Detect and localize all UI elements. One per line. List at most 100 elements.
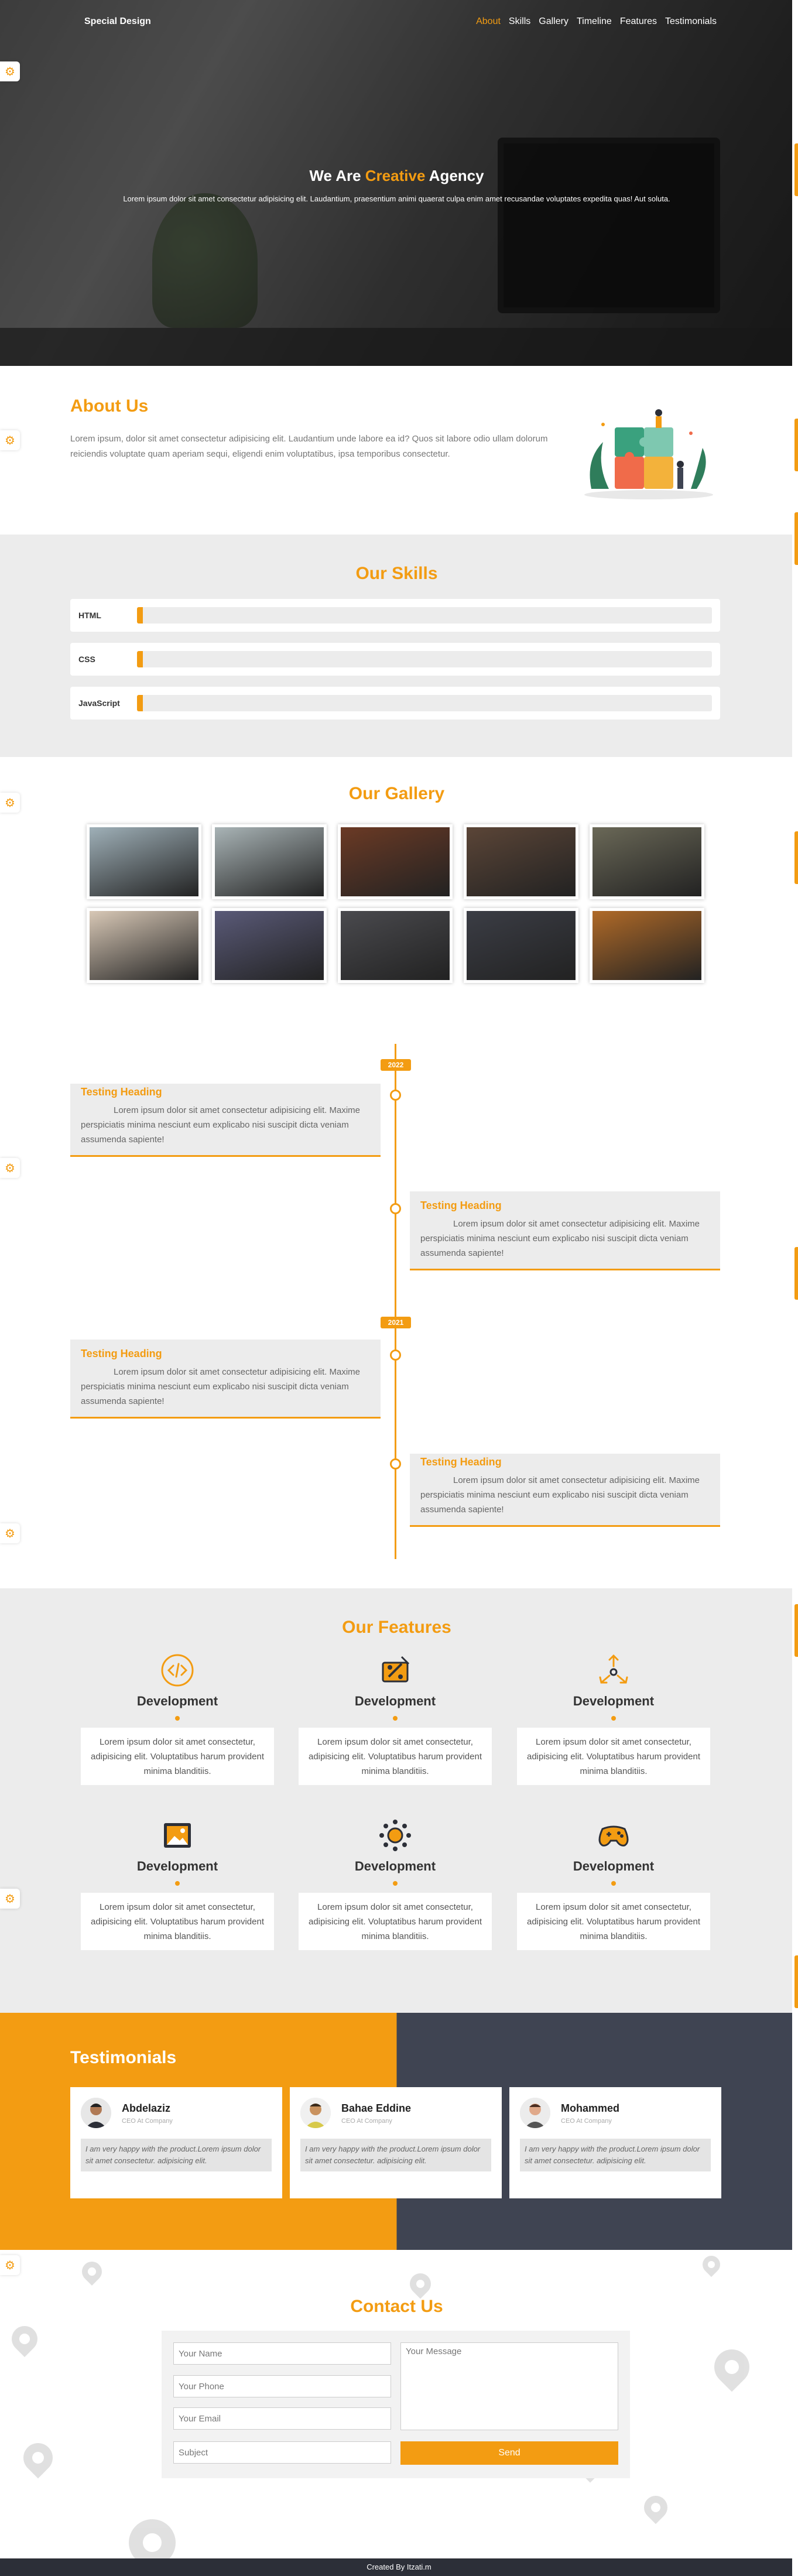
map-pin-icon <box>707 2342 757 2392</box>
settings-gear-icon[interactable]: ⚙ <box>0 430 20 450</box>
skill-name: JavaScript <box>78 698 120 708</box>
nav-link-testimonials[interactable]: Testimonials <box>665 16 717 27</box>
testimonial-quote: I am very happy with the product.Lorem i… <box>520 2139 711 2171</box>
image-icon <box>160 1818 195 1853</box>
gallery-image[interactable] <box>590 824 704 899</box>
nav-bullet[interactable] <box>794 1604 798 1657</box>
timeline-year: 2021 <box>381 1317 411 1328</box>
gallery-image[interactable] <box>464 824 578 899</box>
feature-text: Lorem ipsum dolor sit amet consectetur, … <box>81 1728 274 1785</box>
contact-title: Contact Us <box>350 2297 443 2316</box>
feature-card: Development Lorem ipsum dolor sit amet c… <box>81 1653 274 1785</box>
feature-dot <box>393 1716 398 1721</box>
nav-link-gallery[interactable]: Gallery <box>539 16 568 27</box>
timeline-year: 2022 <box>381 1059 411 1071</box>
timeline-dot <box>390 1458 401 1469</box>
testimonial-quote: I am very happy with the product.Lorem i… <box>300 2139 491 2171</box>
nav-bullet[interactable] <box>794 1247 798 1300</box>
nav-link-skills[interactable]: Skills <box>509 16 530 27</box>
code-icon <box>160 1653 195 1688</box>
feature-card: Development Lorem ipsum dolor sit amet c… <box>517 1818 710 1950</box>
testimonials-title: Testimonials <box>70 2048 177 2067</box>
timeline-heading: Testing Heading <box>81 1086 162 1098</box>
timeline-dot <box>390 1090 401 1101</box>
testimonial-role: CEO At Company <box>122 2118 173 2125</box>
feature-text: Lorem ipsum dolor sit amet consectetur, … <box>299 1893 492 1950</box>
gallery-image[interactable] <box>87 824 201 899</box>
settings-gear-icon[interactable]: ⚙ <box>0 61 20 81</box>
testimonial-name: Bahae Eddine <box>341 2102 412 2114</box>
message-field[interactable] <box>400 2342 618 2430</box>
feature-dot <box>611 1716 616 1721</box>
nav-link-timeline[interactable]: Timeline <box>577 16 612 27</box>
nav-link-features[interactable]: Features <box>620 16 657 27</box>
feature-dot <box>175 1881 180 1886</box>
gallery-image[interactable] <box>87 908 201 983</box>
map-pin-icon <box>77 2257 107 2286</box>
nav-bullet[interactable] <box>794 831 798 884</box>
timeline-line <box>395 1044 396 1559</box>
gallery-image[interactable] <box>338 824 453 899</box>
settings-icon <box>378 1818 413 1853</box>
skill-row: HTML <box>70 599 720 632</box>
settings-gear-icon[interactable]: ⚙ <box>0 793 20 813</box>
skill-progress-fill <box>137 695 143 711</box>
subject-field[interactable] <box>173 2441 391 2464</box>
timeline-text: Lorem ipsum dolor sit amet consectetur a… <box>420 1219 700 1258</box>
man-laptop-photo <box>90 911 198 980</box>
skill-name: HTML <box>78 611 101 620</box>
feature-dot <box>393 1881 398 1886</box>
settings-gear-icon[interactable]: ⚙ <box>0 1889 20 1909</box>
avatar <box>81 2098 111 2128</box>
skill-progress-track <box>137 607 712 624</box>
gallery-image[interactable] <box>212 824 327 899</box>
testimonial-quote: I am very happy with the product.Lorem i… <box>81 2139 272 2171</box>
name-field[interactable] <box>173 2342 391 2365</box>
skill-progress-fill <box>137 607 143 624</box>
settings-gear-icon[interactable]: ⚙ <box>0 1523 20 1543</box>
site-logo[interactable]: Special Design <box>84 16 151 27</box>
skill-progress-track <box>137 695 712 711</box>
nav-bullet[interactable] <box>794 419 798 471</box>
skills-section: Our Skills HTML CSS JavaScript <box>0 535 793 757</box>
gallery-section: Our Gallery <box>0 757 793 1009</box>
email-field[interactable] <box>173 2407 391 2430</box>
gallery-image[interactable] <box>338 908 453 983</box>
feature-card: Development Lorem ipsum dolor sit amet c… <box>299 1818 492 1950</box>
skills-title: Our Skills <box>355 564 438 583</box>
nav-bullet[interactable] <box>794 1955 798 2008</box>
settings-gear-icon[interactable]: ⚙ <box>0 2255 20 2275</box>
timeline-dot <box>390 1349 401 1361</box>
timeline-section: 2022 Testing Heading Lorem ipsum dolor s… <box>0 1009 793 1588</box>
timeline-text: Lorem ipsum dolor sit amet consectetur a… <box>81 1367 361 1406</box>
contact-form: Send <box>162 2331 630 2478</box>
testimonial-card: Abdelaziz CEO At Company I am very happy… <box>70 2087 282 2198</box>
feature-card: Development Lorem ipsum dolor sit amet c… <box>81 1818 274 1950</box>
about-title: About Us <box>70 396 149 416</box>
team-meeting-photo <box>467 827 576 896</box>
design-tools-icon <box>378 1653 413 1688</box>
nav-menu: About Skills Gallery Timeline Features T… <box>476 16 717 27</box>
feature-title: Development <box>354 1859 436 1873</box>
nav-bullet[interactable] <box>794 512 798 565</box>
gallery-title: Our Gallery <box>348 784 445 803</box>
skill-name: CSS <box>78 655 95 664</box>
office-people-photo <box>592 827 701 896</box>
features-title: Our Features <box>342 1618 451 1637</box>
testimonial-name: Abdelaziz <box>122 2102 171 2114</box>
nav-link-about[interactable]: About <box>476 16 501 27</box>
testimonial-name: Mohammed <box>561 2102 620 2114</box>
nav-bullet[interactable] <box>794 143 798 196</box>
gallery-image[interactable] <box>590 908 704 983</box>
gamepad-icon <box>596 1818 631 1853</box>
gallery-image[interactable] <box>464 908 578 983</box>
skill-progress-track <box>137 651 712 667</box>
settings-gear-icon[interactable]: ⚙ <box>0 1158 20 1178</box>
phone-field[interactable] <box>173 2375 391 2397</box>
gallery-image[interactable] <box>212 908 327 983</box>
send-button[interactable]: Send <box>400 2441 618 2465</box>
avatar <box>520 2098 550 2128</box>
testimonial-card: Mohammed CEO At Company I am very happy … <box>509 2087 721 2198</box>
timeline-heading: Testing Heading <box>420 1456 502 1468</box>
hero-section: Special Design About Skills Gallery Time… <box>0 0 793 366</box>
